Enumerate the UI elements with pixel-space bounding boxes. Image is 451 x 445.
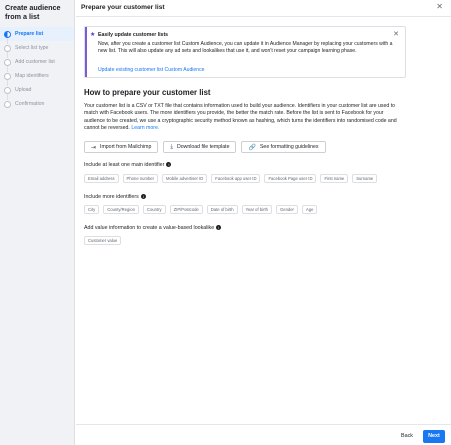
notice-title: Easily update customer lists	[98, 32, 169, 38]
identifier-chip: Email address	[84, 174, 119, 183]
step-progress-icon	[4, 30, 11, 38]
notice-close-icon[interactable]: ✕	[393, 30, 399, 38]
value-info-label: Add value information to create a value-…	[84, 225, 222, 231]
header-divider	[76, 16, 451, 17]
section-label-text: Include more identifiers	[84, 194, 139, 200]
step-label: Prepare list	[15, 31, 44, 37]
step-upload[interactable]: Upload	[0, 83, 74, 100]
identifier-chip: Phone number	[122, 174, 159, 183]
main-identifier-chips: Email address Phone number Mobile advert…	[84, 174, 378, 183]
wizard-sidebar: Create audience from a list Prepare list…	[0, 0, 75, 445]
identifier-chip: Gender	[275, 205, 298, 214]
step-circle-icon	[4, 100, 11, 108]
close-icon[interactable]: ✕	[436, 3, 443, 11]
list-tools: ⇥ Import from Mailchimp ⤓ Download file …	[84, 141, 326, 153]
sparkle-icon: ★	[90, 32, 96, 38]
learn-more-link[interactable]: Learn more.	[131, 125, 159, 131]
import-mailchimp-button[interactable]: ⇥ Import from Mailchimp	[84, 141, 159, 153]
footer-divider	[76, 424, 451, 425]
value-info-chips: Customer value	[84, 236, 122, 245]
formatting-guidelines-button[interactable]: 🔗 See formatting guidelines	[241, 141, 326, 153]
identifier-chip: Surname	[352, 174, 378, 183]
notice-accent	[85, 27, 87, 77]
identifier-chip: City	[84, 205, 100, 214]
info-icon[interactable]: i	[140, 194, 146, 199]
step-label: Map identifiers	[15, 73, 49, 79]
button-label: Import from Mailchimp	[100, 144, 152, 150]
step-confirmation[interactable]: Confirmation	[0, 97, 74, 111]
step-list: Prepare list Select list type Add custom…	[0, 27, 74, 111]
step-label: Upload	[15, 87, 32, 93]
section-heading: How to prepare your customer list	[84, 88, 211, 97]
identifier-chip: ZIP/Postcode	[169, 205, 203, 214]
identifier-chip: Year of birth	[241, 205, 272, 214]
step-label: Select list type	[15, 45, 49, 51]
step-circle-icon	[4, 86, 11, 94]
intro-paragraph: Your customer list is a CSV or TXT file …	[84, 103, 404, 133]
step-label: Add customer list	[15, 59, 55, 65]
more-identifier-chips: City County/Region Country ZIP/Postcode …	[84, 205, 318, 214]
download-template-button[interactable]: ⤓ Download file template	[163, 141, 237, 153]
identifier-chip: Age	[301, 205, 318, 214]
step-map-identifiers[interactable]: Map identifiers	[0, 69, 74, 86]
step-circle-icon	[4, 72, 11, 80]
identifier-chip: Customer value	[84, 236, 122, 245]
update-list-notice: ★ Easily update customer lists ✕ Now, af…	[84, 26, 406, 78]
identifier-chip: First name	[320, 174, 349, 183]
info-icon[interactable]: i	[166, 162, 172, 167]
section-label-text: Include at least one main identifier	[84, 162, 165, 168]
step-add-customer-list[interactable]: Add customer list	[0, 55, 74, 72]
button-label: See formatting guidelines	[259, 144, 319, 150]
section-label-text: Add value information to create a value-…	[84, 225, 215, 231]
link-icon: 🔗	[248, 144, 256, 151]
back-button[interactable]: Back	[397, 430, 417, 443]
more-identifiers-label: Include more identifiers i	[84, 194, 146, 200]
import-icon: ⇥	[91, 144, 97, 151]
step-select-list-type[interactable]: Select list type	[0, 41, 74, 58]
update-existing-list-link[interactable]: Update existing customer list Custom Aud…	[98, 67, 204, 73]
identifier-chip: Country	[142, 205, 166, 214]
download-icon: ⤓	[170, 143, 173, 150]
page-title: Prepare your customer list	[81, 4, 165, 11]
button-label: Download file template	[177, 144, 230, 150]
step-circle-icon	[4, 58, 11, 66]
notice-body: Now, after you create a customer list Cu…	[98, 41, 393, 55]
next-button[interactable]: Next	[423, 430, 445, 443]
wizard-title: Create audience from a list	[5, 3, 61, 21]
identifier-chip: Facebook Page user ID	[264, 174, 317, 183]
identifier-chip: Date of birth	[206, 205, 238, 214]
identifier-chip: Facebook app user ID	[211, 174, 261, 183]
step-prepare-list[interactable]: Prepare list	[0, 27, 74, 44]
main-identifiers-label: Include at least one main identifier i	[84, 162, 172, 168]
step-label: Confirmation	[15, 101, 45, 107]
identifier-chip: County/Region	[103, 205, 139, 214]
step-circle-icon	[4, 44, 11, 52]
info-icon[interactable]: i	[216, 225, 222, 230]
identifier-chip: Mobile advertiser ID	[162, 174, 208, 183]
